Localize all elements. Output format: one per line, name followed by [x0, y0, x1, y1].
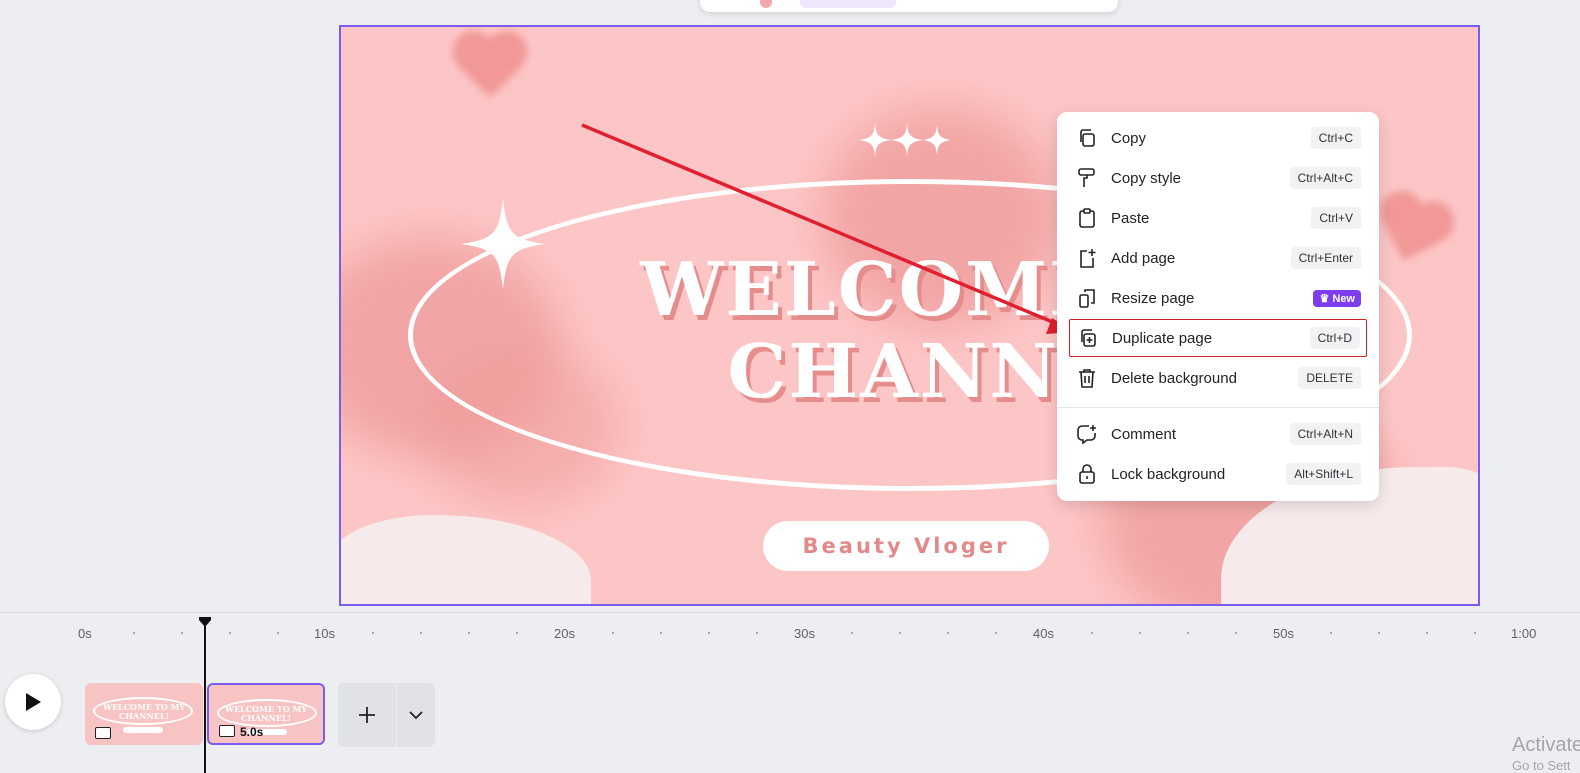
chevron-down-icon: [409, 710, 423, 719]
ruler-label: 40s: [1033, 626, 1054, 641]
menu-item-label: Copy: [1111, 129, 1147, 147]
menu-item-copy-style[interactable]: Copy style Ctrl+Alt+C: [1069, 159, 1367, 197]
add-page-icon: [1077, 248, 1097, 268]
ruler-tick: [707, 632, 710, 634]
shortcut-hint: Ctrl+V: [1311, 207, 1361, 229]
ruler-label: 1:00: [1511, 626, 1537, 641]
ruler-tick: [516, 632, 519, 634]
paint-roller-icon: [1077, 168, 1097, 188]
menu-item-add-page[interactable]: Add page Ctrl+Enter: [1069, 239, 1367, 277]
shortcut-hint: DELETE: [1298, 367, 1361, 389]
menu-item-duplicate-page[interactable]: Duplicate page Ctrl+D: [1069, 319, 1367, 357]
menu-item-label: Resize page: [1111, 289, 1195, 307]
play-icon: [26, 693, 41, 711]
add-page-button[interactable]: [338, 683, 396, 747]
heart-decoration-icon: [449, 33, 529, 105]
ruler-tick: [755, 632, 758, 634]
ruler-tick: [1186, 632, 1189, 634]
ruler-tick: [659, 632, 662, 634]
ruler-tick: [468, 632, 471, 634]
context-menu: Copy Ctrl+C Copy style Ctrl+Alt+C Paste …: [1057, 112, 1379, 501]
play-button[interactable]: [5, 674, 61, 730]
page-duration: 5.0s: [240, 725, 264, 739]
ruler-tick: [611, 632, 614, 634]
page-thumbnail-1[interactable]: WELCOME TO MY CHANNEL!: [85, 683, 203, 745]
shortcut-hint: Ctrl+Alt+N: [1289, 423, 1361, 445]
ruler-tick: [1474, 632, 1477, 634]
subtitle-pill[interactable]: Beauty Vloger: [763, 521, 1049, 571]
menu-item-label: Comment: [1111, 425, 1177, 443]
add-page-options-button[interactable]: [397, 683, 435, 747]
ruler-tick: [276, 632, 279, 634]
thumbnail-title: WELCOME TO MY CHANNEL!: [102, 702, 186, 721]
ruler-tick: [1378, 632, 1381, 634]
torn-paper-left: [341, 515, 591, 604]
ruler-tick: [1234, 632, 1237, 634]
menu-item-delete-background[interactable]: Delete background DELETE: [1069, 359, 1367, 397]
shortcut-hint: Ctrl+Enter: [1290, 247, 1361, 269]
menu-item-copy[interactable]: Copy Ctrl+C: [1069, 119, 1367, 157]
menu-item-label: Duplicate page: [1112, 329, 1213, 347]
video-page-icon: [95, 727, 111, 739]
ruler-label: 30s: [794, 626, 815, 641]
menu-item-label: Paste: [1111, 209, 1150, 227]
ruler-label: 0s: [78, 626, 92, 641]
small-sparkles-icon: [859, 123, 953, 162]
ruler-tick: [995, 632, 998, 634]
ruler-tick: [1330, 632, 1333, 634]
menu-item-label: Copy style: [1111, 169, 1182, 187]
plus-icon: [359, 707, 375, 723]
ruler-tick: [1138, 632, 1141, 634]
ruler-tick: [372, 632, 375, 634]
ruler-tick: [947, 632, 950, 634]
playhead-handle[interactable]: [199, 617, 211, 627]
new-badge-label: New: [1332, 292, 1355, 305]
resize-icon: [1077, 288, 1097, 308]
menu-item-resize-page[interactable]: Resize page ♛ New: [1069, 279, 1367, 317]
comment-add-icon: [1077, 424, 1097, 444]
menu-item-label: Delete background: [1111, 369, 1237, 387]
ruler-tick: [228, 632, 231, 634]
clipboard-icon: [1077, 208, 1097, 228]
ruler-tick: [420, 632, 423, 634]
menu-item-label: Add page: [1111, 249, 1176, 267]
ruler-tick: [1090, 632, 1093, 634]
menu-divider: [1057, 407, 1379, 408]
shortcut-hint: Ctrl+Alt+C: [1289, 167, 1361, 189]
color-swatch[interactable]: [760, 0, 772, 8]
duplicate-icon: [1078, 328, 1098, 348]
shortcut-hint: Ctrl+D: [1309, 327, 1360, 349]
top-floating-toolbar: [700, 0, 1118, 12]
shortcut-hint: Ctrl+C: [1310, 127, 1361, 149]
ruler-label: 20s: [554, 626, 575, 641]
menu-item-paste[interactable]: Paste Ctrl+V: [1069, 199, 1367, 237]
activation-watermark-sub: Go to Sett: [1512, 758, 1571, 773]
new-badge: ♛ New: [1313, 289, 1361, 307]
video-page-icon: [219, 725, 235, 737]
menu-item-label: Lock background: [1111, 465, 1226, 483]
menu-item-lock-background[interactable]: Lock background Alt+Shift+L: [1069, 455, 1367, 493]
copy-icon: [1077, 128, 1097, 148]
ruler-tick: [899, 632, 902, 634]
page-thumbnail-2[interactable]: WELCOME TO MY CHANNEL! 5.0s: [207, 683, 325, 745]
ruler-label: 50s: [1273, 626, 1294, 641]
toolbar-selected-tool[interactable]: [800, 0, 896, 8]
ruler-tick: [132, 632, 135, 634]
ruler-tick: [180, 632, 183, 634]
activation-watermark: Activate: [1512, 734, 1580, 756]
thumbnail-title: WELCOME TO MY CHANNEL!: [224, 704, 308, 723]
playhead[interactable]: [204, 618, 206, 773]
shortcut-hint: Alt+Shift+L: [1286, 463, 1361, 485]
menu-item-comment[interactable]: Comment Ctrl+Alt+N: [1069, 415, 1367, 453]
trash-icon: [1077, 368, 1097, 388]
thumbnail-pill: [123, 727, 163, 733]
lock-icon: [1077, 464, 1097, 484]
ruler-tick: [851, 632, 854, 634]
ruler-tick: [1426, 632, 1429, 634]
ruler-label: 10s: [314, 626, 335, 641]
